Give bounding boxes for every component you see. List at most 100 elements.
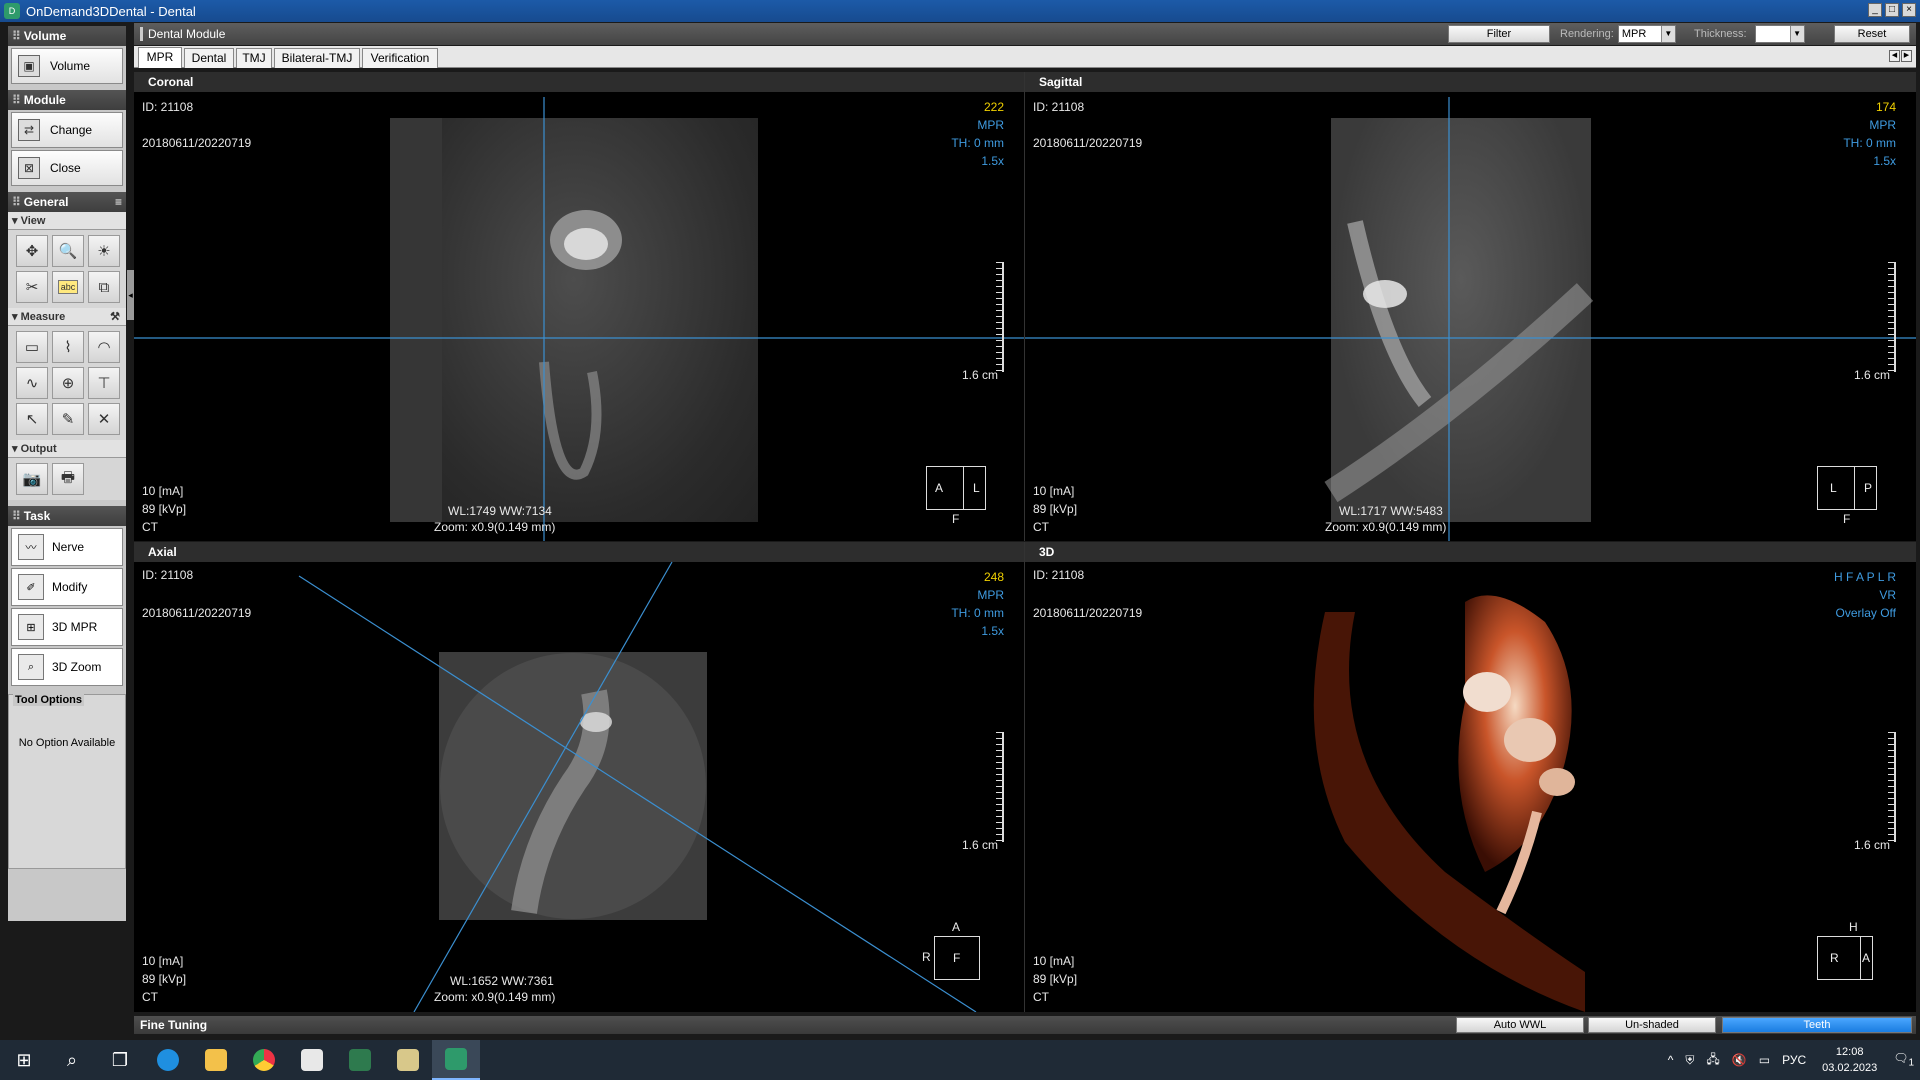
battery-icon[interactable]: ▭ (1759, 1053, 1770, 1067)
axial-slice: 248 (983, 570, 1004, 584)
coronal-ma: 10 [mA] (142, 484, 184, 498)
module-title: Dental Module (140, 27, 225, 41)
curve-ruler-tool-icon[interactable]: ⌇ (52, 331, 84, 363)
3d-zoom-task-button[interactable]: ⌕ 3D Zoom (11, 648, 123, 686)
task-view-icon[interactable]: ❐ (96, 1040, 144, 1080)
sagittal-orientation-cube: L P (1817, 466, 1877, 510)
tab-prev-icon[interactable]: ◀ (1889, 50, 1900, 62)
clock[interactable]: 12:08 03.02.2023 (1822, 1044, 1877, 1076)
file-explorer-icon[interactable] (192, 1040, 240, 1080)
volume-muted-icon[interactable]: 🔇 (1732, 1053, 1747, 1067)
measure-subheader[interactable]: ▾ Measure ⚒ (8, 308, 126, 326)
tool-options-panel: Tool Options No Option Available (8, 694, 126, 869)
axial-mode: MPR (977, 588, 1004, 602)
modify-task-button[interactable]: ✐ Modify (11, 568, 123, 606)
tab-next-icon[interactable]: ▶ (1901, 50, 1912, 62)
java-app-icon[interactable] (288, 1040, 336, 1080)
search-icon[interactable]: ⌕ (48, 1040, 96, 1080)
ruler-tool-icon[interactable]: ▭ (16, 331, 48, 363)
copy-tool-icon[interactable]: ⧉ (88, 271, 120, 303)
coronal-orientation-cube: A L (926, 466, 986, 510)
tools-app-icon[interactable] (384, 1040, 432, 1080)
viewer-app-icon[interactable] (336, 1040, 384, 1080)
delete-tool-icon[interactable]: ✕ (88, 403, 120, 435)
axial-crosshair[interactable] (134, 542, 1024, 1012)
axial-th: TH: 0 mm (951, 606, 1004, 620)
3d-scale-ruler (1888, 732, 1896, 842)
cut-tool-icon[interactable]: ✂ (16, 271, 48, 303)
3d-render[interactable] (1025, 542, 1916, 1012)
3d-mpr-task-button[interactable]: ⊞ 3D MPR (11, 608, 123, 646)
module-section-header[interactable]: ⠿ Module (8, 90, 126, 110)
task-section-header[interactable]: ⠿ Task (8, 506, 126, 526)
3d-ct: CT (1033, 990, 1049, 1004)
select-tool-icon[interactable]: ↖ (16, 403, 48, 435)
fine-tuning-label[interactable]: Fine Tuning (140, 1018, 207, 1032)
brightness-tool-icon[interactable]: ☀ (88, 235, 120, 267)
tools-icon[interactable]: ⚒ (110, 308, 120, 326)
left-tool-panel: ⠿ Volume ▣ Volume ⠿ Module ⇄ Change ⊠ Close ⠿… (8, 26, 126, 921)
filter-button[interactable]: Filter (1448, 25, 1550, 43)
general-section-header[interactable]: ⠿ General ≡ (8, 192, 126, 212)
axial-orient-top: A (952, 920, 961, 934)
security-icon[interactable]: ⛨ (1685, 1053, 1694, 1068)
minimize-button[interactable]: _ (1868, 3, 1882, 17)
tab-bilateral-tmj[interactable]: Bilateral-TMJ (274, 48, 360, 68)
start-icon[interactable]: ⊞ (0, 1040, 48, 1080)
angle-tool-icon[interactable]: ◠ (88, 331, 120, 363)
maximize-button[interactable]: □ (1885, 3, 1899, 17)
chevron-up-icon[interactable]: ^ (1668, 1053, 1674, 1067)
profile-tool-icon[interactable]: ∿ (16, 367, 48, 399)
axial-wl: WL:1652 WW:7361 (450, 974, 554, 988)
coronal-crosshair[interactable] (134, 72, 1024, 541)
chevron-down-icon: ▼ (1660, 26, 1675, 42)
close-module-button[interactable]: ⊠ Close (11, 150, 123, 186)
panel-splitter[interactable]: ◂ (127, 270, 134, 320)
pan-tool-icon[interactable]: ✥ (16, 235, 48, 267)
menu-icon[interactable]: ≡ (115, 192, 122, 212)
coronal-scale: 1.6 cm (961, 368, 998, 382)
tab-mpr[interactable]: MPR (138, 47, 182, 68)
tab-verification[interactable]: Verification (362, 48, 438, 68)
axial-viewport[interactable]: Axial ID: 21108 20180611/20220719 248 MP… (134, 542, 1024, 1012)
tab-dental[interactable]: Dental (184, 48, 234, 68)
close-window-button[interactable]: × (1902, 3, 1916, 17)
sagittal-viewport[interactable]: Sagittal ID: 21108 20180611/20220719 174… (1024, 72, 1916, 541)
volume-button[interactable]: ▣ Volume (11, 48, 123, 84)
teeth-preset-select[interactable]: Teeth (1722, 1017, 1912, 1033)
auto-wwl-button[interactable]: Auto WWL (1456, 1017, 1584, 1033)
language-indicator[interactable]: РУС (1782, 1053, 1806, 1067)
3d-orientation-cube: R A (1817, 936, 1873, 980)
modify-icon: ✐ (18, 574, 44, 600)
sagittal-crosshair[interactable] (1025, 72, 1916, 541)
rendering-select[interactable]: MPR ▼ (1617, 25, 1676, 43)
3d-mpr-icon: ⊞ (18, 614, 44, 640)
thickness-select[interactable]: ▼ (1754, 25, 1805, 43)
printer-icon[interactable]: 🖶 (52, 463, 84, 495)
3d-direction-buttons[interactable]: H F A P L R (1834, 570, 1896, 584)
edge-icon[interactable] (144, 1040, 192, 1080)
volume-section-header[interactable]: ⠿ Volume (8, 26, 126, 46)
notification-icon[interactable]: 🗨1 (1893, 1051, 1914, 1068)
tab-tmj[interactable]: TMJ (236, 48, 272, 68)
3d-overlay[interactable]: Overlay Off (1836, 606, 1896, 620)
axial-kvp: 89 [kVp] (142, 972, 187, 986)
ondemand3d-app-icon[interactable] (432, 1040, 480, 1080)
camera-icon[interactable]: 📷 (16, 463, 48, 495)
note-tool-icon[interactable]: ⊤ (88, 367, 120, 399)
output-subheader[interactable]: ▾ Output (8, 440, 126, 458)
zoom-tool-icon[interactable]: 🔍 (52, 235, 84, 267)
network-icon[interactable]: 🖧 (1706, 1050, 1719, 1071)
change-module-button[interactable]: ⇄ Change (11, 112, 123, 148)
unshaded-button[interactable]: Un-shaded (1588, 1017, 1716, 1033)
eraser-tool-icon[interactable]: ✎ (52, 403, 84, 435)
globe-tool-icon[interactable]: ⊕ (52, 367, 84, 399)
nerve-task-button[interactable]: 〰 Nerve (11, 528, 123, 566)
coronal-viewport[interactable]: Coronal ID: 21108 20180611/20220719 222 … (134, 72, 1024, 541)
view-subheader[interactable]: ▾ View (8, 212, 126, 230)
annotation-tool-icon[interactable]: abc (52, 271, 84, 303)
3d-viewport[interactable]: 3D ID: 21108 20180611/20220719 H F A P L… (1024, 542, 1916, 1012)
chrome-icon[interactable] (240, 1040, 288, 1080)
coronal-zoomx: 1.5x (981, 154, 1004, 168)
reset-button[interactable]: Reset (1834, 25, 1910, 43)
